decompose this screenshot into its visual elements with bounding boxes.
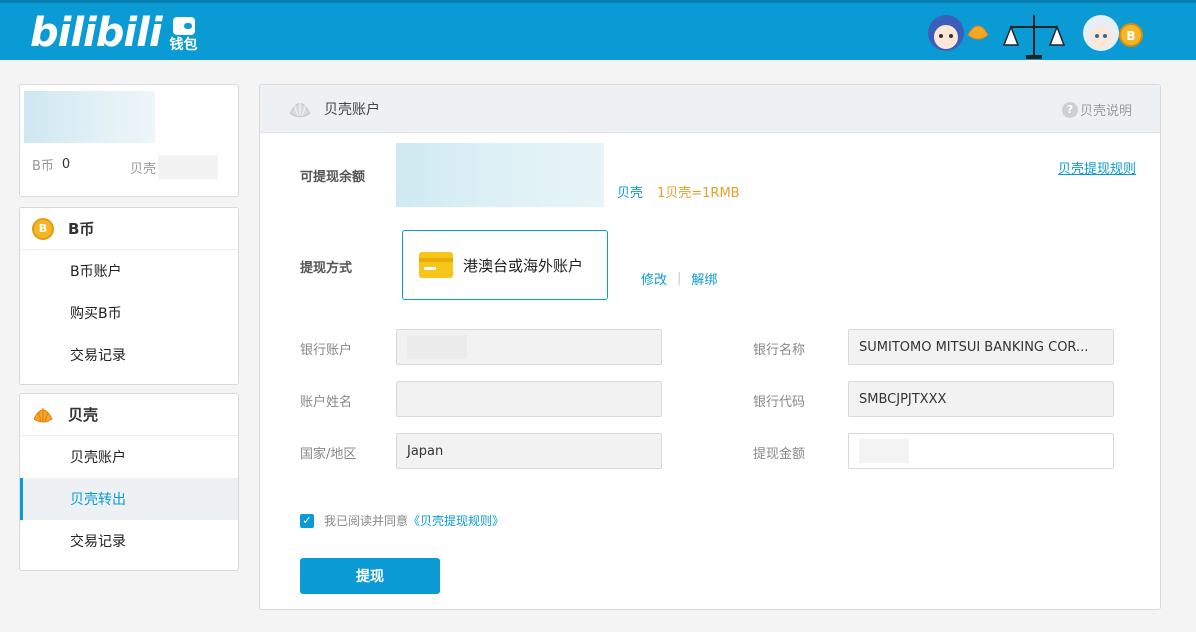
exchange-rate: 1贝壳=1RMB	[657, 186, 740, 201]
help-label: 贝壳说明	[1079, 104, 1132, 119]
withdraw-rules-link[interactable]: 贝壳提现规则	[1058, 158, 1136, 177]
bank-code-field[interactable]: SMBCJPJTXXX	[848, 381, 1114, 417]
wallet-icon	[172, 17, 195, 35]
balance-label: 可提现余额	[300, 170, 366, 185]
sidebar-shell-group: 贝壳 贝壳账户 贝壳转出 交易记录	[19, 393, 239, 571]
bank-account-label: 银行账户	[300, 343, 353, 358]
account-name-label: 账户姓名	[300, 395, 353, 410]
bank-account-redacted	[407, 335, 467, 359]
b-coin-label: B币	[32, 159, 54, 174]
country-field[interactable]: Japan	[396, 433, 662, 469]
sidebar-shell-title: 贝壳	[68, 406, 99, 424]
top-header: bilibili 钱包 B	[0, 0, 1196, 60]
sidebar-item-shell-account[interactable]: 贝壳账户	[20, 436, 238, 478]
balance-value-redacted	[396, 143, 604, 207]
b-coin-value: 0	[61, 157, 71, 172]
amount-input[interactable]	[848, 433, 1114, 469]
logo-text: bilibili	[30, 10, 163, 56]
user-info-redacted	[24, 91, 155, 143]
question-icon: ?	[1061, 101, 1078, 118]
bank-card-icon	[419, 252, 453, 278]
shell-outline-icon	[289, 100, 311, 117]
method-value: 港澳台或海外账户	[463, 256, 584, 275]
profile-card: B币 0 贝壳	[19, 84, 239, 197]
mascot-banner-illustration: B	[928, 15, 1143, 59]
bank-account-field[interactable]	[396, 329, 662, 365]
sidebar-item-buy-b-coin[interactable]: 购买B币	[20, 292, 238, 334]
wallet-brand: 钱包	[170, 17, 198, 53]
account-name-field[interactable]	[396, 381, 662, 417]
agree-rules-link[interactable]: 《贝壳提现规则》	[408, 512, 504, 529]
shell-balance: 贝壳	[130, 155, 219, 179]
agreement-row: ✓ 我已阅读并同意 《贝壳提现规则》	[300, 512, 504, 529]
modify-link[interactable]: 修改	[641, 269, 667, 288]
shell-value-redacted	[158, 155, 219, 179]
sidebar-b-coin-header: B B币	[20, 208, 238, 250]
bank-name-label: 银行名称	[753, 343, 806, 358]
shell-help-link[interactable]: ? 贝壳说明	[1061, 100, 1132, 119]
unbind-link[interactable]: 解绑	[691, 269, 717, 288]
sidebar-b-coin-group: B B币 B币账户 购买B币 交易记录	[19, 207, 239, 385]
svg-text:B: B	[1126, 29, 1135, 43]
balance-unit: 贝壳	[617, 186, 644, 201]
withdraw-method-card[interactable]: 港澳台或海外账户	[402, 230, 608, 300]
amount-redacted	[859, 439, 909, 463]
agree-checkbox[interactable]: ✓	[300, 513, 314, 528]
bilibili-logo[interactable]: bilibili 钱包	[30, 7, 198, 57]
shell-icon	[33, 407, 53, 422]
shell-withdraw-panel: 贝壳账户 ? 贝壳说明 可提现余额 贝壳 1贝壳=1RMB 贝壳提现规则 提现方…	[259, 84, 1161, 610]
amount-label: 提现金额	[753, 447, 806, 462]
b-coin-icon: B	[32, 217, 54, 240]
sidebar-item-shell-transactions[interactable]: 交易记录	[20, 520, 238, 562]
bank-name-field[interactable]: SUMITOMO MITSUI BANKING COR...	[848, 329, 1114, 365]
sidebar-shell-header: 贝壳	[20, 394, 238, 436]
method-actions: 修改 | 解绑	[641, 269, 717, 288]
agree-text: 我已阅读并同意	[324, 514, 409, 528]
wallet-label: 钱包	[169, 37, 198, 53]
b-coin-balance: B币 0	[32, 155, 70, 174]
divider: |	[677, 271, 682, 286]
sidebar-item-b-coin-account[interactable]: B币账户	[20, 250, 238, 292]
panel-title: 贝壳账户	[324, 101, 380, 118]
sidebar-b-coin-title: B币	[68, 220, 95, 238]
shell-label: 贝壳	[130, 161, 157, 177]
country-label: 国家/地区	[300, 447, 357, 462]
withdraw-button[interactable]: 提现	[300, 558, 440, 594]
panel-header: 贝壳账户 ? 贝壳说明	[260, 85, 1160, 133]
sidebar-item-shell-withdraw[interactable]: 贝壳转出	[20, 478, 238, 520]
method-label: 提现方式	[300, 261, 353, 276]
bank-code-label: 银行代码	[753, 395, 806, 410]
sidebar-item-b-coin-transactions[interactable]: 交易记录	[20, 334, 238, 376]
